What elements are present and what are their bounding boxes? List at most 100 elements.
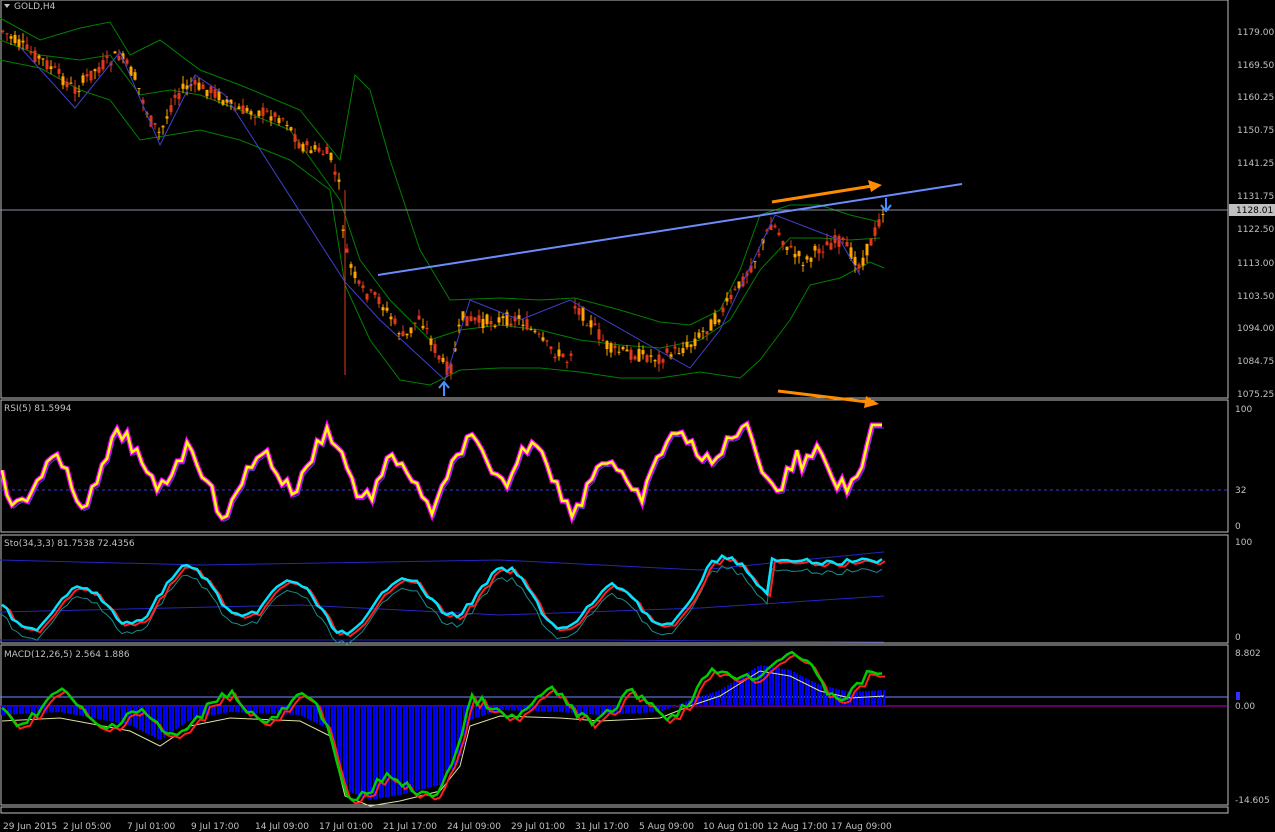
- candle-body: [385, 307, 389, 311]
- candle-body: [869, 238, 873, 246]
- price-tick: 1150.75: [1237, 126, 1274, 136]
- time-tick: 12 Aug 17:00: [767, 822, 828, 832]
- candle-body: [173, 94, 177, 98]
- candle-body: [541, 337, 545, 341]
- time-tick: 7 Jul 01:00: [127, 822, 176, 832]
- candle-body: [37, 55, 41, 59]
- candle-body: [545, 340, 549, 342]
- candle-body: [533, 330, 537, 333]
- candle-body: [441, 357, 445, 362]
- candle-body: [241, 105, 245, 114]
- candle-body: [809, 257, 813, 262]
- candle-body: [245, 107, 249, 112]
- candle-body: [73, 86, 77, 94]
- candle-body: [833, 235, 837, 244]
- stoch-tick: 100: [1235, 538, 1252, 548]
- candle-body: [25, 44, 29, 49]
- candle-body: [725, 298, 729, 302]
- candle-body: [317, 147, 321, 152]
- candle-body: [601, 339, 605, 341]
- candle-body: [249, 111, 253, 115]
- candle-body: [361, 285, 365, 289]
- candle-body: [621, 346, 625, 350]
- candle-body: [753, 261, 757, 263]
- candle-body: [801, 264, 805, 266]
- candle-body: [821, 251, 825, 253]
- candle-body: [393, 318, 397, 324]
- candle-body: [481, 318, 485, 328]
- candle-body: [425, 327, 429, 330]
- macd-current-marker: [1236, 692, 1240, 700]
- candle-body: [165, 116, 169, 119]
- candle-body: [877, 219, 881, 227]
- candle-body: [169, 105, 173, 113]
- candle-body: [345, 248, 349, 253]
- candle-body: [161, 125, 165, 128]
- stoch-title: Sto(34,3,3) 81.7538 72.4356: [4, 539, 135, 549]
- candle-body: [477, 315, 481, 323]
- candle-body: [509, 323, 513, 326]
- candle-body: [277, 118, 281, 124]
- time-tick: 29 Jul 01:00: [511, 822, 565, 832]
- candle-body: [117, 56, 121, 61]
- candle-body: [181, 83, 185, 89]
- price-tick: 1122.50: [1237, 225, 1274, 235]
- candle-body: [373, 292, 377, 296]
- chart-window[interactable]: GOLD,H4 1179.00 1169.50 1160.25 1150.75 …: [0, 0, 1275, 832]
- candle-body: [437, 355, 441, 360]
- price-tick: 1169.50: [1237, 61, 1274, 71]
- candle-body: [673, 346, 677, 349]
- candle-body: [617, 351, 621, 353]
- candle-body: [837, 236, 841, 247]
- candle-body: [237, 106, 241, 109]
- candle-body: [213, 89, 217, 98]
- candle-body: [681, 348, 685, 354]
- candle-body: [729, 294, 733, 300]
- candle-body: [637, 348, 641, 362]
- candle-body: [529, 329, 533, 331]
- candle-body: [605, 341, 609, 350]
- candle-body: [321, 153, 325, 155]
- candle-body: [657, 354, 661, 364]
- candle-body: [825, 241, 829, 246]
- candle-body: [525, 319, 529, 330]
- candle-body: [865, 243, 869, 256]
- rsi-tick: 32: [1235, 486, 1246, 496]
- candle-body: [9, 36, 13, 39]
- candle-body: [881, 214, 885, 216]
- candle-body: [357, 280, 361, 284]
- candle-body: [381, 307, 385, 311]
- candle-body: [273, 112, 277, 117]
- rsi-tick: 100: [1235, 405, 1252, 415]
- candle-body: [29, 51, 33, 54]
- candle-body: [689, 344, 693, 347]
- candle-body: [573, 306, 577, 309]
- candle-body: [641, 350, 645, 355]
- time-axis[interactable]: 29 Jun 2015 2 Jul 05:00 7 Jul 01:00 9 Ju…: [3, 822, 892, 832]
- candle-body: [405, 333, 409, 336]
- candle-body: [805, 256, 809, 260]
- candle-body: [609, 343, 613, 353]
- candle-body: [785, 246, 789, 250]
- candle-body: [789, 245, 793, 248]
- candle-body: [337, 179, 341, 182]
- price-tick: 1131.75: [1237, 192, 1274, 202]
- price-tick: 1160.25: [1237, 93, 1274, 103]
- candle-body: [717, 319, 721, 323]
- candle-body: [841, 237, 845, 240]
- candle-body: [421, 325, 425, 329]
- candle-body: [701, 330, 705, 332]
- candle-body: [649, 355, 653, 357]
- candle-body: [873, 227, 877, 236]
- candle-body: [817, 248, 821, 254]
- candle-body: [389, 316, 393, 320]
- candle-body: [709, 319, 713, 331]
- candle-body: [325, 147, 329, 154]
- candle-body: [53, 66, 57, 68]
- price-tick: 1094.00: [1237, 324, 1274, 334]
- time-tick: 2 Jul 05:00: [63, 822, 112, 832]
- candle-body: [733, 288, 737, 290]
- candle-body: [297, 142, 301, 149]
- candle-body: [713, 313, 717, 325]
- candle-body: [97, 66, 101, 73]
